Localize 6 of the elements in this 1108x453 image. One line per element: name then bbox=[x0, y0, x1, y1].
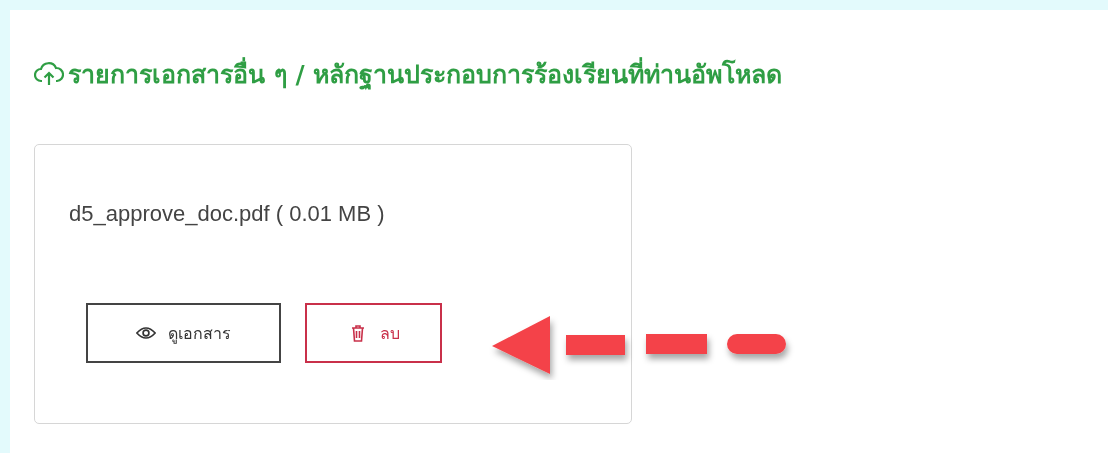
file-name: d5_approve_doc.pdf ( 0.01 MB ) bbox=[69, 201, 386, 227]
delete-button[interactable]: ลบ bbox=[305, 303, 442, 363]
cloud-upload-icon bbox=[34, 61, 64, 87]
eye-icon bbox=[136, 324, 156, 342]
view-document-button[interactable]: ดูเอกสาร bbox=[86, 303, 281, 363]
section-title: รายการเอกสารอื่น ๆ / หลักฐานประกอบการร้องเรียนที่ท่านอัพโหลด bbox=[68, 54, 783, 94]
